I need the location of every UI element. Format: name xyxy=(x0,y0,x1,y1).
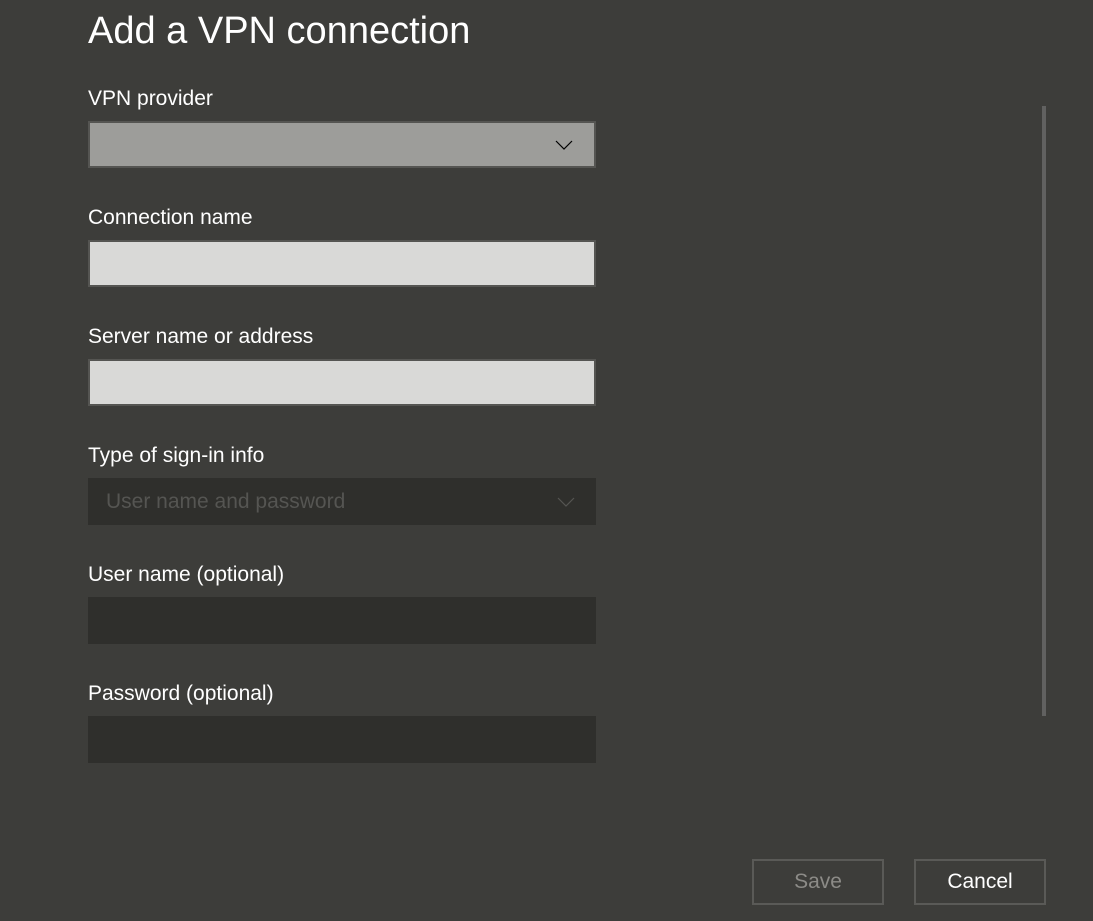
username-input[interactable] xyxy=(88,597,596,644)
password-input[interactable] xyxy=(88,716,596,763)
chevron-down-icon xyxy=(552,133,576,157)
page-title: Add a VPN connection xyxy=(88,10,1005,53)
server-address-label: Server name or address xyxy=(88,325,1005,349)
chevron-down-icon xyxy=(554,490,578,514)
signin-type-dropdown[interactable]: User name and password xyxy=(88,478,596,525)
signin-type-label: Type of sign-in info xyxy=(88,444,1005,468)
signin-type-value: User name and password xyxy=(106,490,554,514)
vpn-provider-dropdown[interactable] xyxy=(88,121,596,168)
scrollbar[interactable] xyxy=(1042,106,1046,716)
save-button[interactable]: Save xyxy=(752,859,884,905)
cancel-button[interactable]: Cancel xyxy=(914,859,1046,905)
vpn-provider-label: VPN provider xyxy=(88,87,1005,111)
connection-name-input[interactable] xyxy=(88,240,596,287)
username-label: User name (optional) xyxy=(88,563,1005,587)
connection-name-label: Connection name xyxy=(88,206,1005,230)
server-address-input[interactable] xyxy=(88,359,596,406)
password-label: Password (optional) xyxy=(88,682,1005,706)
